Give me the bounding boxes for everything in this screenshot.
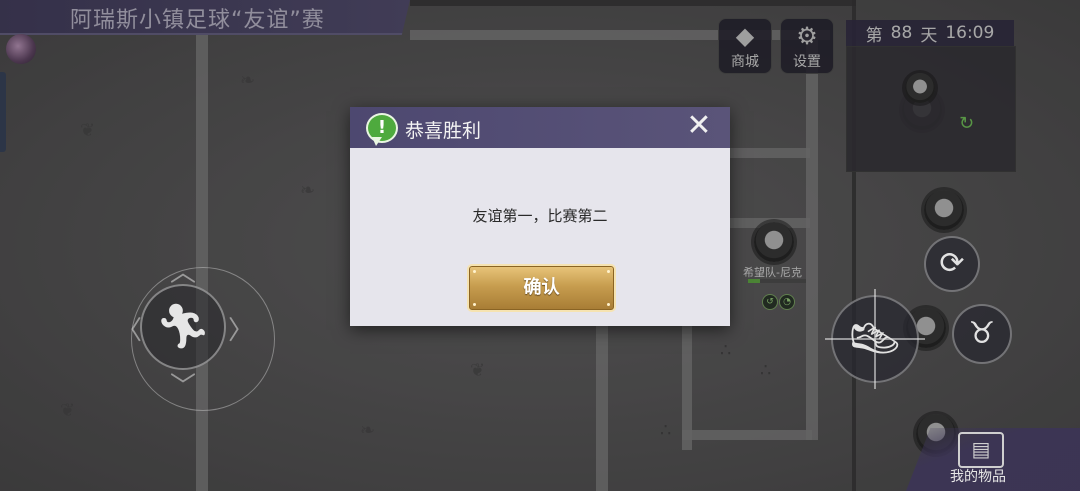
dialog-message: 友谊第一，比赛第二 <box>472 207 608 225</box>
arrow-down-icon: ﹀ <box>170 372 197 402</box>
confirm-label: 确认 <box>523 277 560 298</box>
kick-button[interactable]: 👟︎ <box>825 289 925 389</box>
close-icon[interactable]: ✕ <box>684 111 714 141</box>
rivet <box>607 303 610 306</box>
rivet <box>607 270 610 273</box>
confirm-button[interactable]: 确认 <box>467 264 616 312</box>
arrow-left-icon: 〈 <box>116 316 143 346</box>
inventory-label[interactable]: 我的物品 <box>950 466 1006 486</box>
speech-bubble-tail <box>372 137 382 146</box>
swap-button[interactable]: ⟳ <box>924 236 980 292</box>
chest-icon[interactable]: ▤ <box>958 432 1004 468</box>
skill-button[interactable]: ♉ <box>952 304 1012 364</box>
arrow-right-icon: 〉 <box>228 316 255 346</box>
swap-icon: ⟳ <box>939 246 965 281</box>
dialog-title: 恭喜胜利 <box>405 120 482 142</box>
rivet <box>473 270 476 273</box>
crosshair-line <box>874 289 876 389</box>
victory-dialog: ! 恭喜胜利 ✕ 友谊第一，比赛第二 确认 <box>350 107 730 326</box>
rivet <box>473 303 476 306</box>
speech-bubble-icon: ! <box>366 113 398 143</box>
running-man-icon: 🏃︎ <box>155 301 211 352</box>
sprint-button[interactable]: 🏃︎ <box>140 284 226 370</box>
bull-icon: ♉ <box>968 316 996 351</box>
dialog-header: ! 恭喜胜利 ✕ <box>350 107 730 148</box>
